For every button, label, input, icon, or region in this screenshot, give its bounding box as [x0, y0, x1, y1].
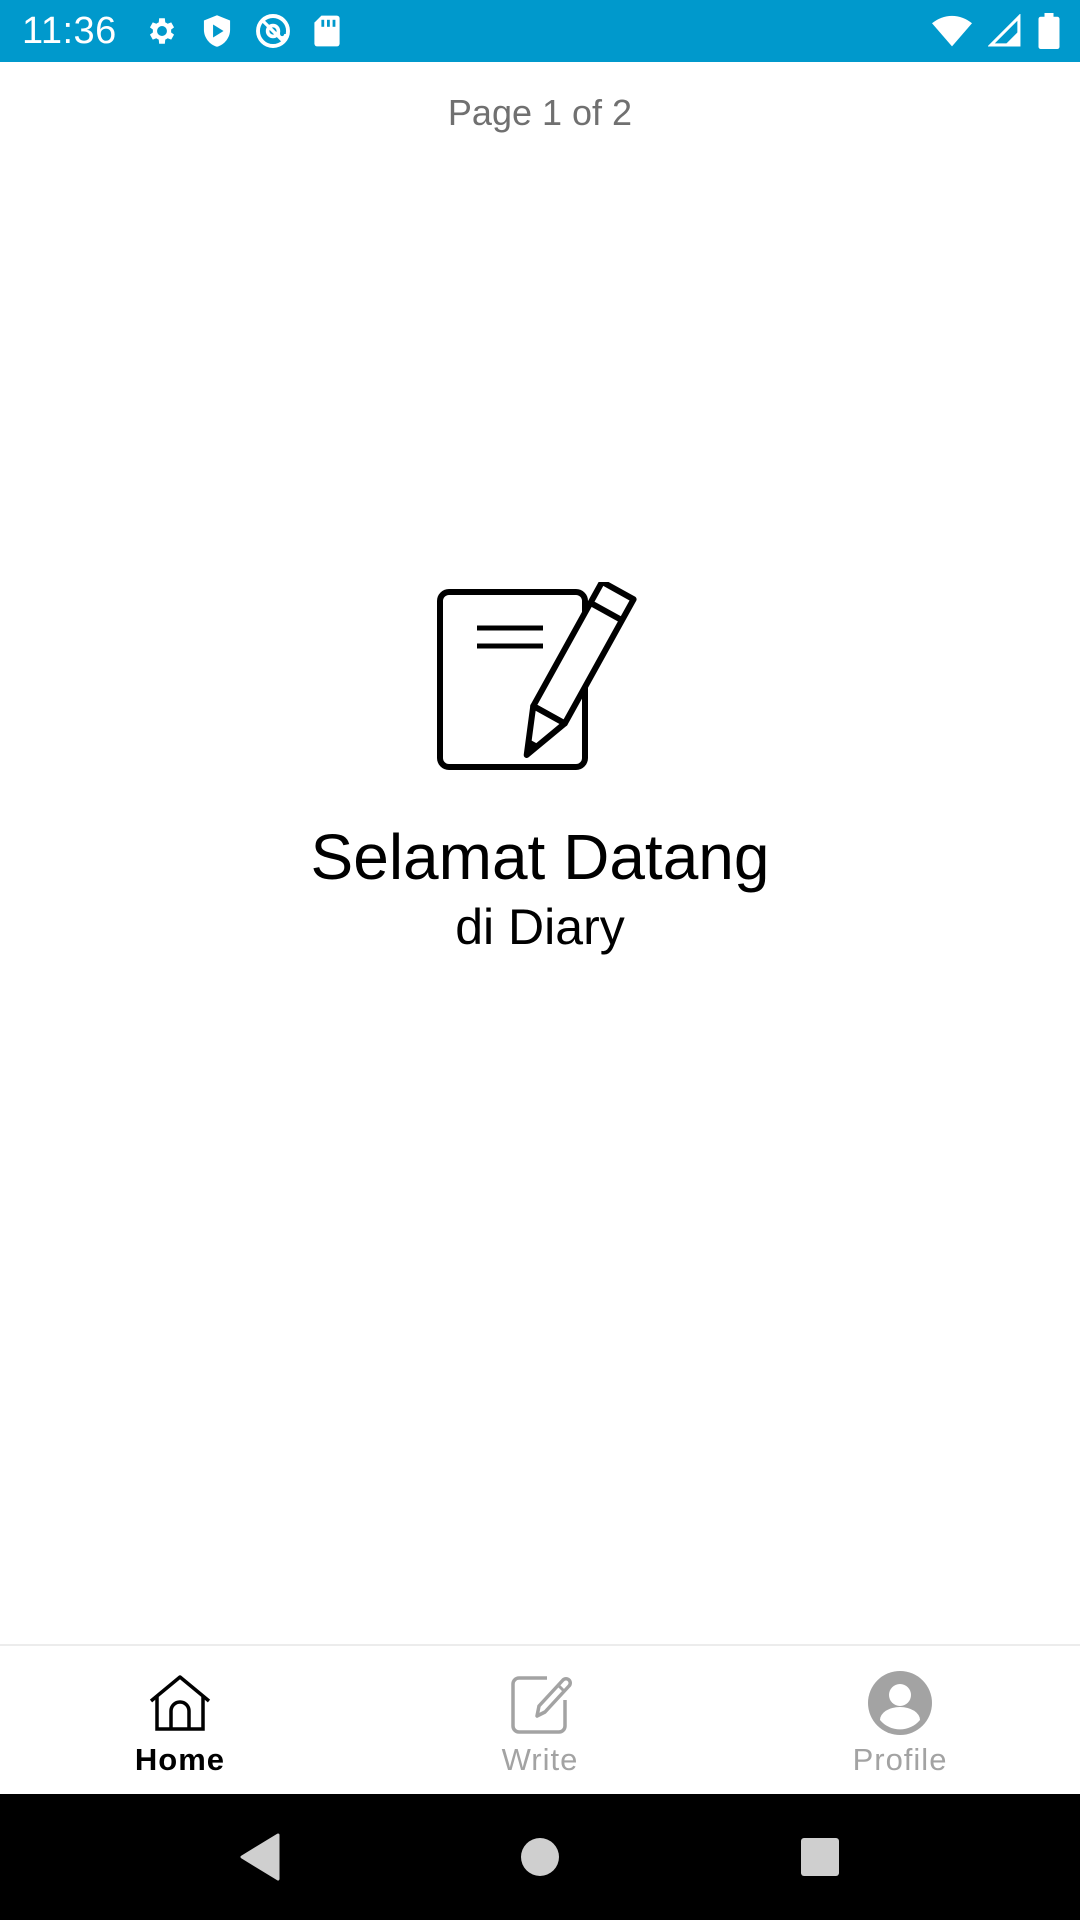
welcome-title: Selamat Datang [310, 821, 770, 893]
nav-home[interactable]: Home [0, 1646, 360, 1796]
nav-write-label: Write [501, 1742, 579, 1777]
shield-play-icon [201, 14, 233, 48]
status-time: 11:36 [22, 9, 117, 52]
nav-profile[interactable]: Profile [720, 1646, 1080, 1796]
nav-write[interactable]: Write [360, 1646, 720, 1796]
status-system-icons [932, 13, 1060, 49]
bottom-navigation: Home Write Profile [0, 1644, 1080, 1796]
battery-icon [1038, 13, 1060, 49]
nav-home-label: Home [134, 1742, 226, 1777]
page-indicator: Page 1 of 2 [447, 92, 633, 133]
status-bar: 11:36 [0, 0, 1080, 62]
back-icon[interactable] [220, 1817, 300, 1897]
system-navigation-bar [0, 1794, 1080, 1920]
profile-icon [867, 1670, 933, 1736]
app-screen: 11:36 Page 1 of 2 Selamat Datang di Diar… [0, 0, 1080, 1920]
welcome-section: Selamat Datang di Diary [0, 578, 1080, 956]
status-notification-icons [145, 13, 341, 49]
cell-signal-icon [988, 14, 1022, 48]
home-icon [147, 1670, 213, 1736]
recents-icon[interactable] [780, 1817, 860, 1897]
wifi-icon [932, 15, 972, 47]
sd-card-icon [313, 14, 341, 48]
home-circle-icon[interactable] [500, 1817, 580, 1897]
edit-icon [507, 1670, 573, 1736]
settings-icon [145, 14, 179, 48]
nav-profile-label: Profile [852, 1742, 948, 1777]
notepad-pencil-icon [435, 578, 645, 772]
at-sign-icon [255, 13, 291, 49]
welcome-subtitle: di Diary [455, 899, 625, 956]
